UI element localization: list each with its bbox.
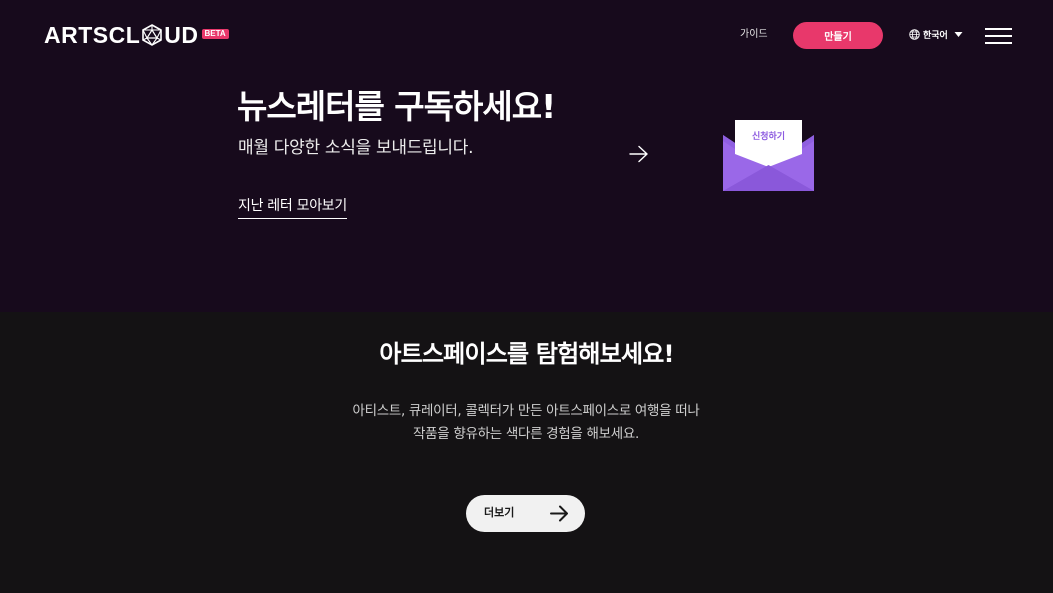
more-button-label: 더보기 <box>484 506 515 519</box>
language-label: 한국어 <box>923 31 948 41</box>
logo-text-left: ARTSCL <box>44 22 141 48</box>
subscribe-envelope-button[interactable]: 신청하기 <box>723 119 814 191</box>
newsletter-arrow-icon[interactable] <box>629 145 649 163</box>
site-header: ARTSCL UD BETA 가이드 만들기 한국어 <box>0 0 1053 70</box>
explore-description-line1: 아티스트, 큐레이터, 콜렉터가 만든 아트스페이스로 여행을 떠나 <box>352 403 700 419</box>
explore-section: 아트스페이스를 탐험해보세요! 아티스트, 큐레이터, 콜렉터가 만든 아트스페… <box>0 312 1053 593</box>
arrow-right-icon <box>550 505 568 522</box>
artscloud-logo[interactable]: ARTSCL UD BETA <box>44 23 229 47</box>
language-selector[interactable]: 한국어 <box>909 28 963 41</box>
explore-description-line2: 작품을 향유하는 색다른 경험을 해보세요. <box>413 426 639 442</box>
explore-description: 아티스트, 큐레이터, 콜렉터가 만든 아트스페이스로 여행을 떠나 작품을 향… <box>276 400 776 446</box>
hamburger-menu-icon[interactable] <box>985 28 1012 44</box>
newsletter-archive-link[interactable]: 지난 레터 모아보기 <box>238 197 347 219</box>
more-button[interactable]: 더보기 <box>466 495 585 532</box>
explore-title: 아트스페이스를 탐험해보세요! <box>379 340 674 368</box>
create-button[interactable]: 만들기 <box>793 22 883 49</box>
caret-down-icon <box>954 32 963 37</box>
logo-text-right: UD <box>164 22 199 48</box>
logo-icosahedron-icon <box>142 24 163 46</box>
envelope-icon <box>723 120 814 191</box>
subscribe-label: 신청하기 <box>751 132 786 142</box>
newsletter-subtitle: 매월 다양한 소식을 보내드립니다. <box>238 138 474 158</box>
newsletter-title: 뉴스레터를 구독하세요! <box>237 87 556 126</box>
nav-guide-link[interactable]: 가이드 <box>740 28 768 42</box>
globe-icon <box>909 29 920 40</box>
beta-badge: BETA <box>201 29 229 39</box>
